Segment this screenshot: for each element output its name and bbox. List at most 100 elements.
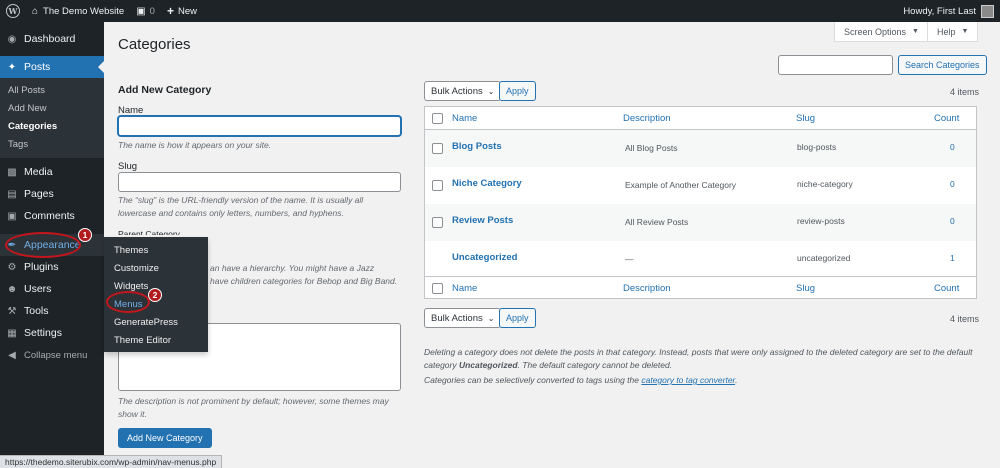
category-name-link[interactable]: Review Posts	[452, 215, 513, 226]
sidebar-item-users[interactable]: ☻ Users	[0, 278, 104, 300]
sidebar-item-label: Pages	[24, 188, 54, 200]
new-content-link[interactable]: + New	[161, 0, 203, 22]
table-row: Niche Category Example of Another Catego…	[425, 167, 976, 204]
caret-down-icon: ▼	[912, 28, 919, 35]
flyout-generatepress[interactable]: GeneratePress	[104, 313, 208, 331]
sidebar-item-posts[interactable]: ✦ Posts	[0, 56, 104, 78]
comments-link[interactable]: ▣ 0	[130, 0, 161, 22]
annotation-ring-menus	[106, 291, 150, 313]
sidebar-item-label: Tools	[24, 305, 49, 317]
page-title: Categories	[118, 36, 191, 53]
collapse-icon: ◀	[8, 349, 16, 361]
column-slug-header[interactable]: Slug	[796, 113, 815, 124]
category-name-link[interactable]: Uncategorized	[452, 252, 517, 263]
flyout-themes[interactable]: Themes	[104, 241, 208, 259]
collapse-menu-button[interactable]: ◀ Collapse menu	[0, 344, 104, 366]
sidebar-item-tools[interactable]: ⚒ Tools	[0, 300, 104, 322]
bulk-actions-select-top[interactable]: Bulk Actions ⌄	[424, 81, 502, 101]
flyout-theme-editor[interactable]: Theme Editor	[104, 331, 208, 349]
row-checkbox[interactable]	[432, 180, 443, 191]
category-description: All Review Posts	[625, 217, 689, 227]
row-checkbox[interactable]	[432, 217, 443, 228]
default-category-name: Uncategorized	[458, 360, 518, 370]
table-row: Uncategorized — uncategorized 1	[425, 241, 976, 278]
avatar	[981, 4, 994, 18]
annotation-badge-1: 1	[78, 228, 92, 242]
bulk-actions-label: Bulk Actions	[431, 312, 483, 324]
category-name-link[interactable]: Blog Posts	[452, 141, 502, 152]
submenu-all-posts[interactable]: All Posts	[0, 81, 104, 99]
submenu-tags[interactable]: Tags	[0, 135, 104, 153]
howdy-label: Howdy, First Last	[903, 5, 976, 17]
column-description-footer[interactable]: Description	[623, 283, 671, 294]
wordpress-logo-button[interactable]: W	[0, 0, 26, 22]
help-button[interactable]: Help ▼	[927, 22, 979, 42]
items-count-top: 4 items	[950, 87, 980, 97]
wordpress-icon: W	[6, 4, 20, 18]
select-all-checkbox[interactable]	[432, 113, 443, 124]
column-name-footer[interactable]: Name	[452, 283, 477, 294]
sidebar-item-label: Collapse menu	[24, 349, 88, 361]
categories-table: Name Description Slug Count Blog Posts A…	[424, 106, 977, 299]
sidebar-item-settings[interactable]: ▦ Settings	[0, 322, 104, 344]
my-account-link[interactable]: Howdy, First Last	[897, 0, 1000, 22]
column-count-header[interactable]: Count	[934, 113, 959, 124]
row-checkbox[interactable]	[432, 143, 443, 154]
sidebar-item-dashboard[interactable]: ◉ Dashboard	[0, 28, 104, 50]
select-all-checkbox-footer[interactable]	[432, 283, 443, 294]
add-new-category-button[interactable]: Add New Category	[118, 428, 212, 448]
category-description: Example of Another Category	[625, 180, 737, 190]
search-input[interactable]	[778, 55, 893, 75]
converter-note-text: Categories can be selectively converted …	[424, 375, 642, 385]
sidebar-item-comments[interactable]: ▣ Comments	[0, 205, 104, 227]
category-to-tag-converter-link[interactable]: category to tag converter	[641, 375, 735, 385]
bulk-actions-select-bottom[interactable]: Bulk Actions ⌄	[424, 308, 502, 328]
category-count-link[interactable]: 0	[950, 142, 955, 152]
site-name-link[interactable]: ⌂ The Demo Website	[26, 0, 130, 22]
status-url: https://thedemo.siterubix.com/wp-admin/n…	[5, 457, 217, 467]
category-count-link[interactable]: 0	[950, 216, 955, 226]
home-icon: ⌂	[32, 5, 39, 17]
settings-icon: ▦	[7, 327, 17, 339]
column-slug-footer[interactable]: Slug	[796, 283, 815, 294]
posts-submenu: All Posts Add New Categories Tags	[0, 78, 104, 158]
items-count-bottom: 4 items	[950, 314, 980, 324]
media-icon: ▩	[7, 166, 17, 178]
add-category-heading: Add New Category	[118, 84, 212, 96]
column-description-header[interactable]: Description	[623, 113, 671, 124]
slug-label: Slug	[118, 161, 138, 172]
converter-note-end: .	[735, 375, 738, 385]
name-help: The name is how it appears on your site.	[118, 140, 272, 150]
sidebar-item-plugins[interactable]: ⚙ Plugins	[0, 256, 104, 278]
table-header-row: Name Description Slug Count	[425, 107, 976, 130]
category-slug: uncategorized	[797, 253, 851, 263]
sidebar-item-media[interactable]: ▩ Media	[0, 161, 104, 183]
comments-count: 0	[149, 5, 155, 17]
sidebar-item-pages[interactable]: ▤ Pages	[0, 183, 104, 205]
search-categories-button[interactable]: Search Categories	[898, 55, 987, 75]
category-count-link[interactable]: 0	[950, 179, 955, 189]
flyout-customize[interactable]: Customize	[104, 259, 208, 277]
column-count-footer[interactable]: Count	[934, 283, 959, 294]
column-name-header[interactable]: Name	[452, 113, 477, 124]
help-label: Help	[937, 26, 956, 37]
users-icon: ☻	[6, 283, 18, 295]
delete-note: Deleting a category does not delete the …	[424, 346, 984, 372]
category-count-link[interactable]: 1	[950, 253, 955, 263]
category-name-link[interactable]: Niche Category	[452, 178, 522, 189]
slug-input[interactable]	[118, 172, 401, 192]
submenu-add-new[interactable]: Add New	[0, 99, 104, 117]
new-label: New	[177, 5, 197, 17]
parent-help-line1: an have a hierarchy. You might have a Ja…	[210, 263, 375, 273]
admin-bar: W ⌂ The Demo Website ▣ 0 + New Howdy, Fi…	[0, 0, 1000, 22]
annotation-ring-appearance	[5, 232, 81, 258]
parent-help-line2: have children categories for Bebop and B…	[210, 276, 398, 286]
apply-button-bottom[interactable]: Apply	[499, 308, 536, 328]
screen-options-label: Screen Options	[844, 26, 907, 37]
apply-button-top[interactable]: Apply	[499, 81, 536, 101]
screen-options-button[interactable]: Screen Options ▼	[834, 22, 929, 42]
comments-icon: ▣	[7, 210, 17, 222]
table-footer-row: Name Description Slug Count	[425, 276, 976, 299]
name-input[interactable]	[118, 116, 401, 136]
submenu-categories[interactable]: Categories	[0, 117, 104, 135]
